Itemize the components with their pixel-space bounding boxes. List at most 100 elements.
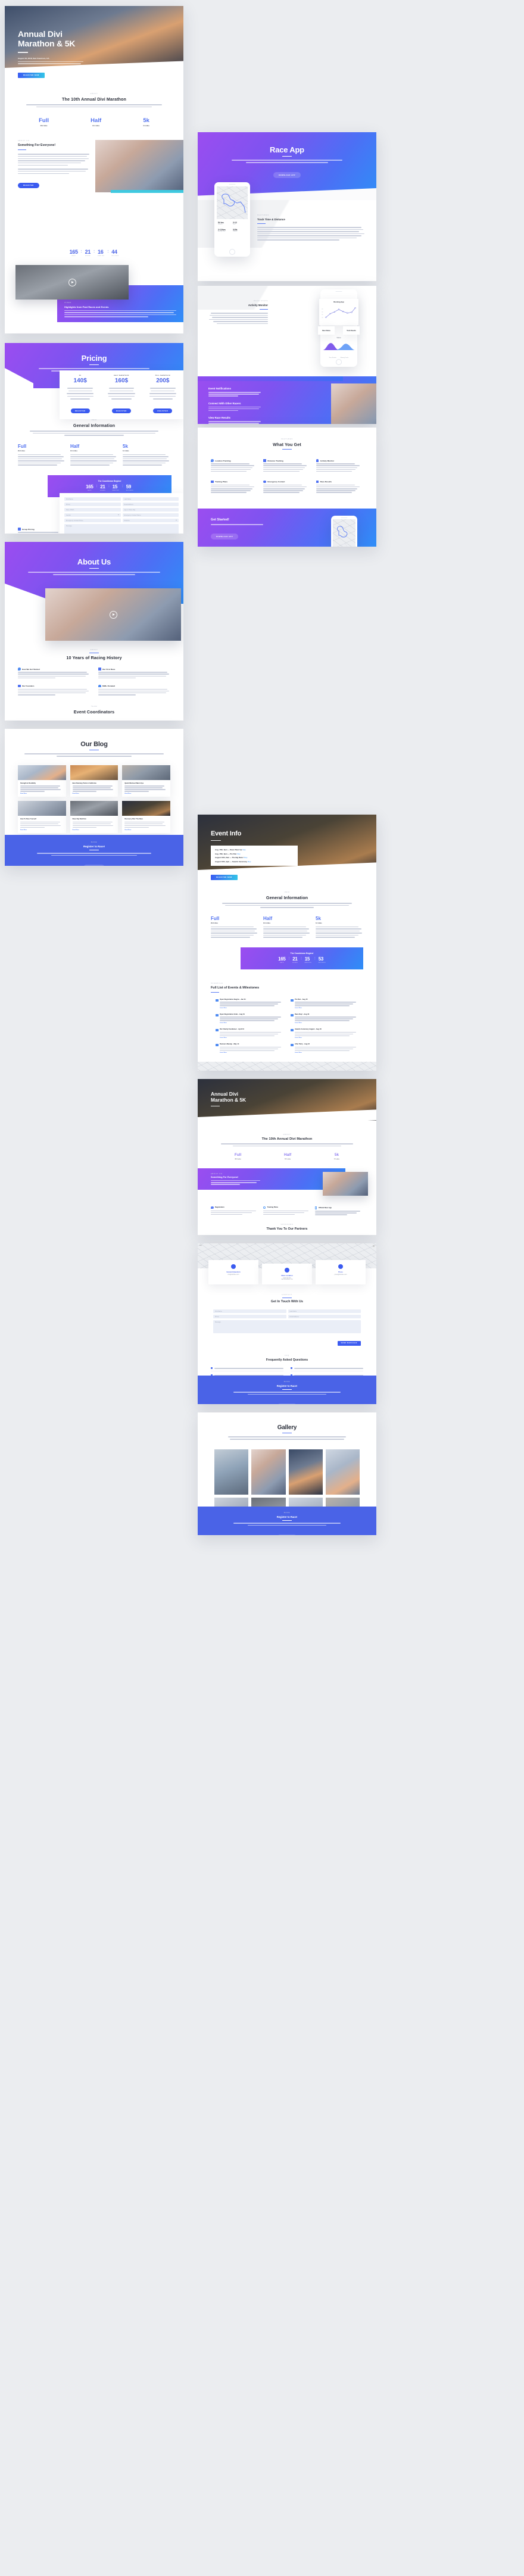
hero-register-button[interactable]: Register Now [18, 68, 45, 79]
something-register-button[interactable]: Register [18, 178, 89, 189]
age-input[interactable]: Age on Race Day [122, 508, 179, 512]
phone-input[interactable]: Phone [213, 1315, 286, 1319]
learn-more-link[interactable]: Learn More [295, 1022, 358, 1024]
learn-more-link[interactable]: Learn More [220, 1022, 283, 1024]
blog-card[interactable]: Race Day Nutrition Read More [70, 801, 118, 833]
blog-register-cta: Race Register to Race! Register [5, 835, 183, 866]
learn-more-link[interactable]: Learn More [220, 1037, 283, 1038]
learn-more-link[interactable]: Learn More [220, 1052, 283, 1053]
countdown-minutes: 15 [112, 484, 118, 489]
map-fullscreen-icon[interactable] [373, 1245, 375, 1247]
learn-more-link[interactable]: Learn More [295, 1037, 358, 1038]
plan-register-button[interactable]: Register [112, 408, 131, 414]
contact-card-general: General Question info@divirace.com [208, 1260, 258, 1284]
download-app-button[interactable]: Download App [273, 172, 301, 178]
plan-register-button[interactable]: Register [153, 408, 173, 414]
page-race-app-2: Race Stats Activity Monitor Running App … [198, 286, 376, 424]
bl-link[interactable]: Read More [73, 829, 116, 831]
learn-more-link[interactable]: Learn More [295, 1008, 358, 1009]
event-map[interactable] [198, 1062, 376, 1071]
blog-card[interactable]: Best Running Trails in California Read Mo… [70, 765, 118, 797]
bl-link[interactable]: Read More [124, 829, 168, 831]
general-paragraph [19, 431, 169, 436]
email-input[interactable]: Email Address [122, 503, 179, 506]
eventinfo-milestones: Schedule Full List of Events & Milestone… [198, 969, 376, 1053]
first-name-input[interactable]: First Name [213, 1309, 286, 1314]
distance-block: Half 13.1 miles [70, 444, 118, 466]
milestone-item: Open Registration Begins - Jan 01 Learn M… [216, 999, 283, 1009]
distance-select[interactable]: Distance [122, 519, 179, 522]
benefit-title: View Race Results [208, 416, 230, 420]
landing-intro: About The 10th Annual Divi Marathon [198, 1128, 376, 1147]
emergency-name-input[interactable]: Emergency Contact Name [122, 513, 179, 517]
get-started-button[interactable]: Download App [211, 534, 239, 539]
map-link[interactable]: Map [244, 856, 248, 859]
bl-link[interactable]: Read More [124, 793, 168, 794]
last-name-input[interactable]: Last Name [288, 1309, 361, 1314]
benefit-title: Event Notifications [208, 387, 231, 390]
gallery-image[interactable] [251, 1449, 286, 1495]
calendar-icon [216, 1013, 219, 1017]
landing-distances: Full 26.2 miles Half 13.1 miles 5k 3.1 mile… [198, 1146, 376, 1159]
distance-block: 5k 3.1 miles [123, 444, 170, 466]
bl-link[interactable]: Read More [73, 793, 116, 794]
gallery-image[interactable] [288, 1449, 323, 1495]
play-icon[interactable] [68, 278, 76, 286]
feature-item: Distance Tracking [263, 459, 310, 472]
countdown-days: 165 [278, 956, 286, 962]
emergency-phone-input[interactable]: Emergency Contact Phone [64, 519, 121, 522]
blog-card[interactable]: How To Pace Yourself Read More [18, 801, 66, 833]
cta-register-button[interactable]: Register [83, 865, 105, 866]
last-name-input[interactable]: Last Name [122, 497, 179, 501]
pin-icon [211, 459, 214, 462]
learn-more-link[interactable]: Learn More [295, 1052, 358, 1053]
plan-register-button[interactable]: Register [70, 408, 90, 414]
blog-card[interactable]: Recovery After The Race Read More [122, 801, 170, 833]
video-thumbnail[interactable] [15, 265, 129, 300]
gender-select[interactable]: Gender [64, 513, 121, 517]
email-input[interactable]: Email Address [288, 1315, 361, 1319]
feature-title: Something For Everyone! [211, 1175, 239, 1178]
message-textarea[interactable]: Message [213, 1320, 361, 1334]
image-icon [338, 1264, 343, 1269]
blog-card[interactable]: Quick Workout Warm Ups Read More [122, 765, 170, 797]
gallery-image[interactable] [325, 1449, 360, 1495]
first-name-input[interactable]: First Name [64, 497, 121, 501]
dob-input[interactable]: Date of Birth [64, 508, 121, 512]
gallery-image[interactable] [214, 1449, 249, 1495]
blog-card[interactable]: Strength & Flexibility Read More [18, 765, 66, 797]
distance-name: Half [70, 443, 80, 449]
message-textarea[interactable]: Message [64, 524, 179, 534]
eventinfo-register-button[interactable]: Register Now [211, 874, 238, 881]
calendar-icon [216, 1043, 219, 1047]
phone-mockup-small [331, 516, 357, 547]
feature-register-button[interactable]: Register [211, 1193, 229, 1198]
bl-link[interactable]: Read More [20, 793, 64, 794]
milestone-item: Pre Run - Aug 15 Learn More [291, 999, 358, 1009]
accent-bar [111, 189, 183, 193]
distance-miles: 26.2 miles [18, 450, 25, 452]
landing-feature: About Us Something For Everyone! Registe… [198, 1168, 376, 1203]
card-line1: info@divirace.com [227, 1274, 239, 1275]
pricing-plan: Full Marathon 200$ Register [142, 375, 183, 414]
faq-item[interactable] [211, 1367, 283, 1371]
learn-more-link[interactable]: Learn More [220, 1008, 283, 1009]
raceapp-wyg: Features What You Get Location Tracking … [198, 428, 376, 494]
about-video[interactable] [45, 588, 181, 641]
wyg-eyebrow: Features [280, 438, 294, 440]
home-countdown: 165 Days : 21 Hours : 16 Minutes : 44 Second… [69, 249, 119, 257]
map-link[interactable]: Map [237, 853, 241, 855]
track-eyebrow: Features [257, 214, 270, 216]
map-link[interactable]: Map [248, 860, 251, 863]
about-title: About Us [77, 557, 111, 566]
blog-card-title: Quick Workout Warm Ups [124, 782, 144, 784]
faq-item[interactable] [291, 1367, 363, 1371]
raceapp-title: Race App [270, 145, 304, 154]
feature-item: Group Pricing [18, 528, 66, 534]
bl-link[interactable]: Read More [20, 829, 64, 831]
page-pricing: Pricing 5k 140$ Register Half Marathon 1… [5, 343, 183, 534]
map-link[interactable]: Map [242, 849, 246, 851]
play-icon[interactable] [109, 610, 117, 619]
phone-input[interactable]: Phone [64, 503, 121, 506]
send-message-button[interactable]: Send Message [337, 1340, 361, 1346]
